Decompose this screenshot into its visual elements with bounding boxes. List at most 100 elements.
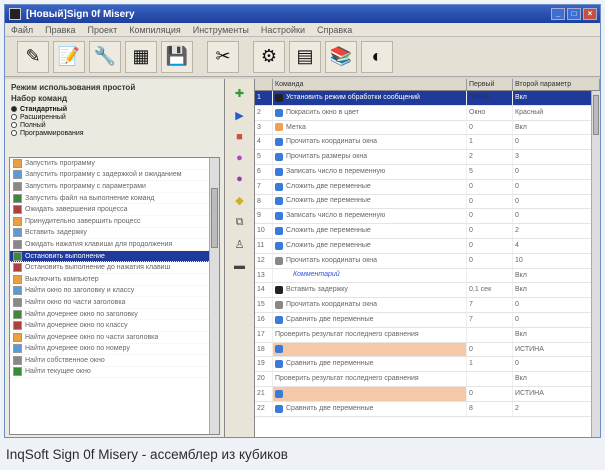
command-item[interactable]: Найти дочернее окно по заголовку xyxy=(10,309,219,321)
table-row[interactable]: 5 Прочитать размеры окна 2 3 xyxy=(255,150,600,165)
row-param2: ИСТИНА xyxy=(513,342,600,357)
command-item[interactable]: Запустить программу xyxy=(10,158,219,170)
note-icon[interactable]: 📝 xyxy=(53,40,85,73)
table-row[interactable]: 20 Проверить результат последнего сравнен… xyxy=(255,372,600,387)
command-item[interactable]: Найти окно по части заголовка xyxy=(10,297,219,309)
row-command: Записать число в переменную xyxy=(273,164,467,179)
add-icon[interactable]: ✚ xyxy=(235,87,244,100)
command-item[interactable]: Остановить выполнение xyxy=(10,250,219,263)
command-item[interactable]: Ожидать нажатия клавиши для продолжения xyxy=(10,239,219,251)
menu-item[interactable]: Инструменты xyxy=(193,25,249,35)
table-row[interactable]: 17 Проверить результат последнего сравнен… xyxy=(255,327,600,343)
table-row[interactable]: 10 Сложить две переменные 0 2 xyxy=(255,224,600,239)
command-item[interactable]: Остановить выполнение до нажатия клавиш xyxy=(10,262,219,274)
table-row[interactable]: 15 Прочитать координаты окна 7 0 xyxy=(255,298,600,313)
command-item[interactable]: Найти дочернее окно по части заголовка xyxy=(10,332,219,344)
command-item[interactable]: Вставить задержку xyxy=(10,228,219,240)
header-param2[interactable]: Второй параметр xyxy=(513,79,600,90)
table-row[interactable]: 2 Покрасить окно в цвет Окно Красный xyxy=(255,105,600,121)
command-set-option[interactable]: Полный xyxy=(11,121,218,129)
row-param2: 10 xyxy=(513,253,600,268)
command-item[interactable]: Ожидать завершения процесса xyxy=(10,204,219,216)
table-row[interactable]: 16 Сравнить две переменные 7 0 xyxy=(255,312,600,328)
command-set-option[interactable]: Стандартный xyxy=(11,105,218,113)
delete-icon[interactable]: ■ xyxy=(236,131,243,143)
row-param2: 0 xyxy=(513,298,600,312)
purple-icon[interactable]: ● xyxy=(236,152,243,164)
minimize-button[interactable]: _ xyxy=(551,8,565,20)
menu-item[interactable]: Настройки xyxy=(261,25,305,35)
menu-item[interactable]: Файл xyxy=(11,25,33,35)
grid-scrollbar[interactable] xyxy=(591,91,600,437)
table-row[interactable]: 22 Сравнить две переменные 8 2 xyxy=(255,401,600,417)
command-set-option[interactable]: Программирования xyxy=(11,129,218,137)
row-number: 11 xyxy=(255,238,273,253)
radio-icon[interactable] xyxy=(11,130,17,136)
table-row[interactable]: 6 Записать число в переменную 5 0 xyxy=(255,164,600,180)
arrow-right-icon[interactable]: ▶ xyxy=(235,109,243,122)
table-row[interactable]: 11 Сложить две переменные 0 4 xyxy=(255,238,600,254)
menu-item[interactable]: Проект xyxy=(88,25,118,35)
row-param1: 0 xyxy=(467,120,513,135)
purple2-icon[interactable]: ● xyxy=(236,173,243,185)
person-icon[interactable]: ♙ xyxy=(235,238,245,251)
copy-icon[interactable]: ⧉ xyxy=(236,216,244,229)
radio-icon[interactable] xyxy=(11,122,17,128)
table-row[interactable]: 1 Установить режим обработки сообщений Вкл xyxy=(255,91,600,106)
command-item[interactable]: Найти дочернее окно по номеру xyxy=(10,344,219,356)
table-row[interactable]: 3 Метка 0 Вкл xyxy=(255,120,600,136)
table-row[interactable]: 7 Сложить две переменные 0 0 xyxy=(255,179,600,195)
row-param2: 2 xyxy=(513,224,600,238)
command-item[interactable]: Запустить программу с задержкой и ожидан… xyxy=(10,170,219,182)
gear-icon[interactable]: ⚙ xyxy=(253,40,285,73)
row-command: Проверить результат последнего сравнения xyxy=(273,372,467,386)
command-set-option[interactable]: Расширенный xyxy=(11,113,218,121)
table-row[interactable]: 21 0 ИСТИНА xyxy=(255,386,600,402)
menu-item[interactable]: Компиляция xyxy=(129,25,181,35)
table-row[interactable]: 18 0 ИСТИНА xyxy=(255,342,600,358)
table-row[interactable]: 12 Прочитать координаты окна 0 10 xyxy=(255,253,600,269)
disk-icon[interactable]: 💾 xyxy=(161,40,193,73)
row-command-text: Комментарий xyxy=(293,271,340,279)
command-item[interactable]: Принудительно завершить процесс xyxy=(10,216,219,228)
table-row[interactable]: 13 Комментарий Вкл xyxy=(255,268,600,284)
command-list-scrollbar[interactable] xyxy=(209,158,219,434)
row-icon xyxy=(275,404,283,413)
table-row[interactable]: 14 Вставить задержку 0,1 сек Вкл xyxy=(255,283,600,299)
menu-item[interactable]: Правка xyxy=(45,25,75,35)
books-icon[interactable]: 📚 xyxy=(325,40,357,73)
table-row[interactable]: 9 Записать число в переменную 0 0 xyxy=(255,209,600,225)
menu-item[interactable]: Справка xyxy=(317,25,352,35)
tools-icon[interactable]: 🔧 xyxy=(89,40,121,73)
header-command[interactable]: Команда xyxy=(273,79,467,90)
row-command-text: Сложить две переменные xyxy=(286,182,371,190)
yellow-icon[interactable]: ◆ xyxy=(235,194,243,207)
command-item[interactable]: Найти текущее окно xyxy=(10,367,219,379)
table-row[interactable]: 8 Сложить две переменные 0 0 xyxy=(255,194,600,210)
maximize-button[interactable]: □ xyxy=(567,8,581,20)
row-param2: Вкл xyxy=(513,91,600,105)
radio-icon[interactable] xyxy=(11,106,17,112)
command-item[interactable]: Выключить компьютер xyxy=(10,274,219,286)
row-number: 14 xyxy=(255,283,273,298)
box-icon[interactable]: ▬ xyxy=(234,260,245,272)
command-icon xyxy=(13,181,22,191)
table-row[interactable]: 4 Прочитать координаты окна 1 0 xyxy=(255,135,600,151)
row-param1 xyxy=(467,372,513,386)
pen-icon[interactable]: ✎ xyxy=(17,40,49,73)
row-number: 16 xyxy=(255,312,273,327)
table-row[interactable]: 19 Сравнить две переменные 1 0 xyxy=(255,357,600,373)
cut-icon[interactable]: ✂ xyxy=(207,40,239,73)
header-param1[interactable]: Первый парам. xyxy=(467,79,513,100)
command-item[interactable]: Найти окно по заголовку и классу xyxy=(10,286,219,298)
chart-icon[interactable]: ▤ xyxy=(289,40,321,73)
command-item[interactable]: Запустить файл на выполнение команд xyxy=(10,193,219,205)
close-button[interactable]: × xyxy=(583,8,597,20)
radio-icon[interactable] xyxy=(11,114,17,120)
command-list[interactable]: Запустить программу Запустить программу с… xyxy=(9,157,220,435)
help-icon[interactable]: ◐ xyxy=(361,40,393,73)
command-item[interactable]: Запустить программу с параметрами xyxy=(10,181,219,193)
blocks-icon[interactable]: ▦ xyxy=(125,40,157,73)
command-item[interactable]: Найти собственное окно xyxy=(10,355,219,367)
command-item[interactable]: Найти дочернее окно по классу xyxy=(10,320,219,332)
